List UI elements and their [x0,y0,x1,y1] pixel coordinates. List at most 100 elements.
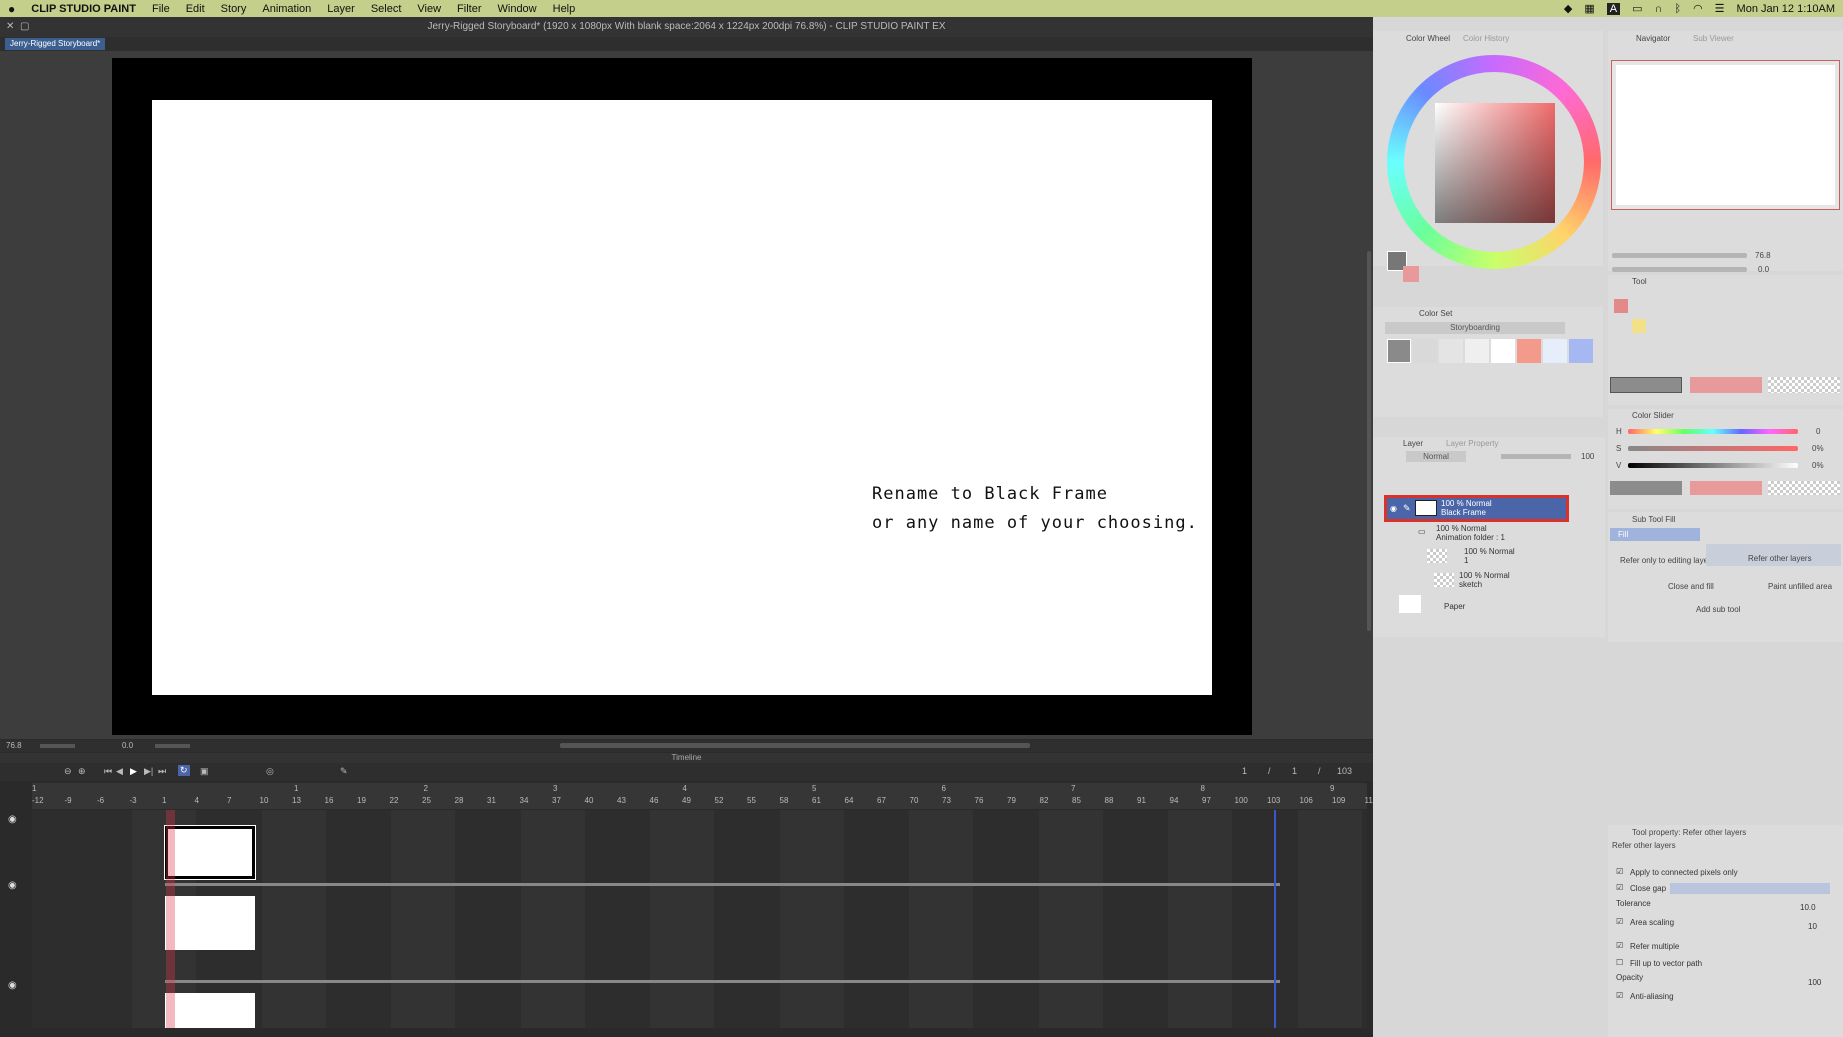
color-set-swatch[interactable] [1465,339,1489,363]
canvas-area[interactable]: Rename to Black Frame or any name of you… [0,51,1373,739]
layer-row-paper[interactable]: Paper [1384,595,1569,615]
eye-icon[interactable]: ◉ [8,880,17,891]
pencil-icon[interactable]: ✎ [1403,503,1411,514]
sub-color-box[interactable] [1690,377,1762,393]
color-set-swatch[interactable] [1387,339,1411,363]
layer-row-sketch[interactable]: 100 % Normal sketch [1384,571,1569,591]
color-history-tab[interactable]: Color History [1463,34,1509,43]
bluetooth-icon[interactable]: ᛒ [1674,3,1681,15]
apply-connected-checkbox[interactable]: ☑ [1616,867,1623,876]
layer-row-black-frame[interactable]: ◉ ✎ 100 % Normal Black Frame [1384,495,1569,522]
anti-aliasing-checkbox[interactable]: ☑ [1616,991,1623,1000]
fill-tool-icon[interactable] [1632,319,1646,333]
color-wheel[interactable] [1387,55,1601,269]
start-frame[interactable]: 1 [1292,766,1297,776]
navigator-angle-slider[interactable] [1612,267,1747,272]
value-slider[interactable] [1628,463,1798,468]
menu-help[interactable]: Help [545,3,584,15]
paint-unfilled-area[interactable]: Paint unfilled area [1768,582,1832,591]
layer-tab[interactable]: Layer [1403,439,1423,448]
blend-mode-dropdown[interactable]: Normal [1406,451,1466,462]
input-source-icon[interactable]: A [1606,2,1621,15]
wifi-icon[interactable]: ◠ [1693,2,1703,15]
slider-transparent-color[interactable] [1768,481,1840,495]
area-scaling-checkbox[interactable]: ☑ [1616,917,1623,926]
color-set-swatch[interactable] [1517,339,1541,363]
layer-row-animation-folder[interactable]: ▭ 100 % Normal Animation folder : 1 [1384,524,1569,544]
eye-icon[interactable]: ◉ [1390,504,1397,513]
next-frame-icon[interactable]: ▶| [144,766,153,777]
horizontal-scrollbar[interactable] [560,743,1030,748]
layer-row-1[interactable]: 100 % Normal 1 [1384,547,1569,567]
opacity-value[interactable]: 100 [1808,978,1821,987]
timeline-ruler[interactable]: -12 -9 -6 -3 1 4 7 10 13 16 19 22 25 28 31 34 37 40 43 46 49… [32,783,1373,809]
sub-tool-active[interactable]: Fill [1610,528,1700,541]
new-cel-icon[interactable]: ▣ [200,766,209,777]
zoom-value[interactable]: 76.8 [6,741,22,750]
menu-file[interactable]: File [144,3,178,15]
pencil-icon[interactable]: ✎ [340,766,348,777]
prev-frame-icon[interactable]: ◀ [116,766,123,777]
last-frame-icon[interactable]: ⏭ [158,766,166,777]
menu-select[interactable]: Select [363,3,410,15]
cel-animation-1[interactable] [165,896,255,950]
rotation-value[interactable]: 0.0 [122,741,133,750]
fill-vector-checkbox[interactable]: ☐ [1616,958,1623,967]
close-icon[interactable]: ✕ [6,17,14,37]
app-name[interactable]: CLIP STUDIO PAINT [23,3,144,15]
slider-main-color[interactable] [1610,481,1682,495]
close-gap-selector[interactable] [1670,883,1830,894]
s-value[interactable]: 0% [1812,444,1824,453]
cel-black-frame[interactable] [164,825,256,880]
slider-sub-color[interactable] [1690,481,1762,495]
pen-tool-icon[interactable] [1614,299,1628,313]
add-sub-tool[interactable]: Add sub tool [1696,605,1740,614]
headphones-icon[interactable]: ∩ [1655,3,1663,15]
playhead[interactable] [166,810,175,1028]
zoom-in-icon[interactable]: ⊕ [78,766,86,777]
end-frame[interactable]: 103 [1337,766,1352,776]
layer-property-tab[interactable]: Layer Property [1446,439,1498,448]
hue-slider[interactable] [1628,429,1798,434]
zoom-out-icon[interactable]: ⊖ [64,766,72,777]
h-value[interactable]: 0 [1816,427,1820,436]
main-color-box[interactable] [1610,377,1682,393]
grid-icon[interactable]: ▦ [1584,2,1594,15]
current-frame[interactable]: 1 [1242,766,1247,776]
menu-filter[interactable]: Filter [449,3,489,15]
close-and-fill[interactable]: Close and fill [1668,582,1714,591]
tolerance-value[interactable]: 10.0 [1800,903,1816,912]
navigator-tab[interactable]: Navigator [1636,34,1670,43]
eye-icon[interactable]: ◉ [8,980,17,991]
layer-opacity-slider[interactable] [1501,454,1571,459]
color-wheel-tab[interactable]: Color Wheel [1406,34,1450,43]
play-icon[interactable]: ▶ [130,766,137,777]
menu-window[interactable]: Window [490,3,545,15]
canvas-paper[interactable]: Rename to Black Frame or any name of you… [152,100,1212,695]
refer-multiple-checkbox[interactable]: ☑ [1616,941,1623,950]
onion-skin-icon[interactable]: ◎ [266,766,274,777]
transparent-color-box[interactable] [1768,377,1840,393]
color-set-dropdown[interactable]: Storyboarding [1385,322,1565,334]
zoom-slider[interactable] [40,744,75,748]
area-scaling-value[interactable]: 10 [1808,922,1817,931]
layer-opacity[interactable]: 100 [1581,452,1594,461]
cel-sketch[interactable] [165,993,255,1028]
menu-story[interactable]: Story [213,3,255,15]
eye-icon[interactable]: ◉ [8,814,17,825]
color-set-swatch[interactable] [1439,339,1463,363]
close-gap-checkbox[interactable]: ☑ [1616,883,1623,892]
color-set-swatch[interactable] [1543,339,1567,363]
saturation-slider[interactable] [1628,446,1798,451]
sub-viewer-tab[interactable]: Sub Viewer [1693,34,1734,43]
control-center-icon[interactable]: ☰ [1715,2,1725,15]
navigator-zoom[interactable]: 76.8 [1755,251,1771,260]
v-value[interactable]: 0% [1812,461,1824,470]
color-set-swatch[interactable] [1491,339,1515,363]
dropbox-icon[interactable]: ◆ [1564,2,1572,15]
navigator-angle[interactable]: 0.0 [1758,265,1769,274]
color-set-swatch[interactable] [1413,339,1437,363]
refer-editing-layer[interactable]: Refer only to editing layer [1620,556,1711,565]
sub-color-swatch[interactable] [1403,266,1419,282]
maximize-icon[interactable]: ▢ [20,17,29,37]
